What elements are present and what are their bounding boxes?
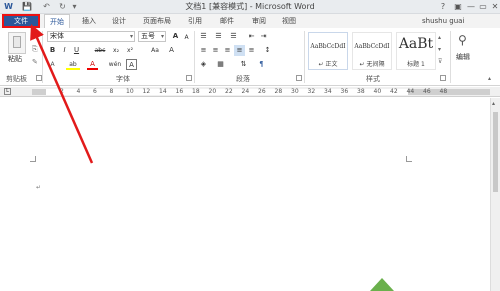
- annotation-arrow: [30, 24, 94, 164]
